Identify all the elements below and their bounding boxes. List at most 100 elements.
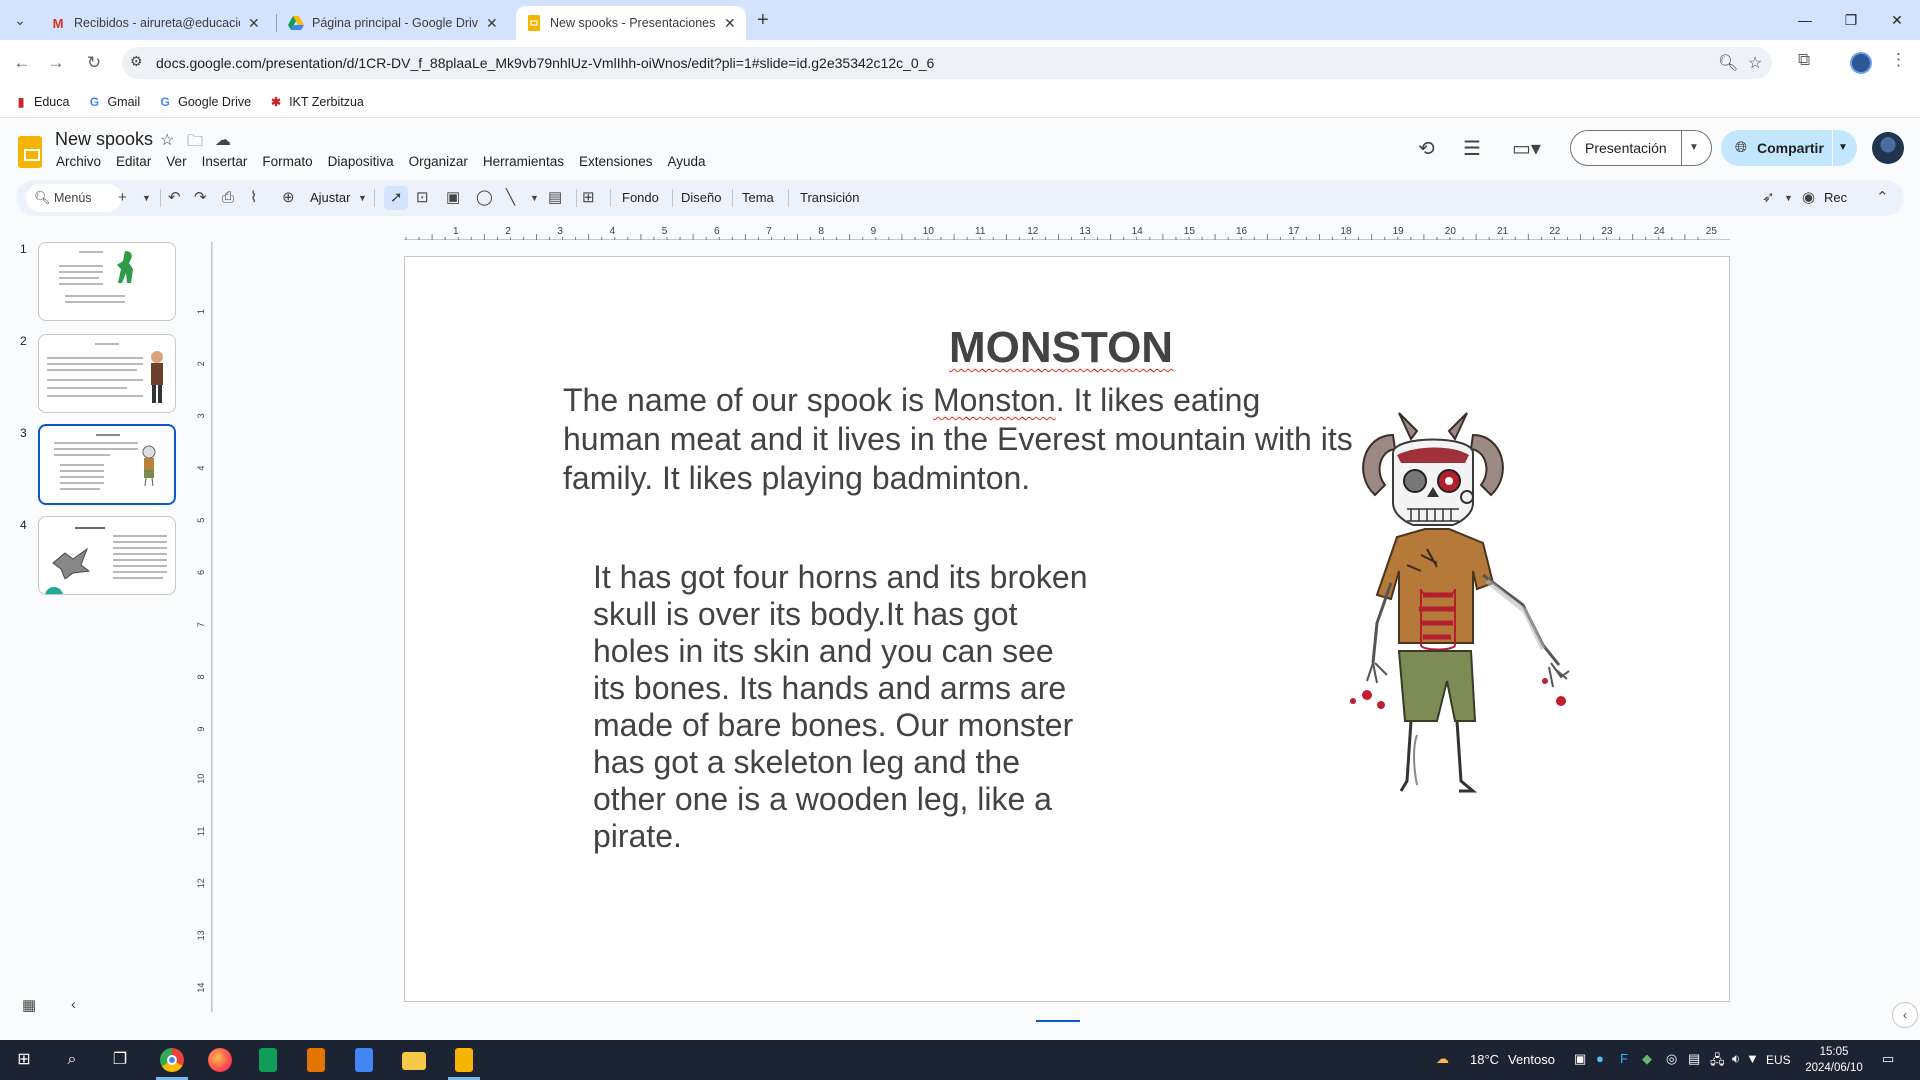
select-pointer-icon[interactable]: ➚ (390, 180, 403, 216)
meet-camera-icon[interactable]: ▭▾ (1512, 136, 1541, 161)
tab-search-icon[interactable]: ⌄ (8, 8, 32, 32)
tray-app-icon[interactable]: ● (1596, 1051, 1604, 1066)
bookmark-star-icon[interactable]: ☆ (1748, 53, 1762, 73)
zoom-icon[interactable]: ⊕ (282, 180, 295, 216)
chevron-down-icon[interactable]: ▼ (358, 180, 367, 216)
chevron-down-icon[interactable]: ▼ (1838, 130, 1848, 166)
move-folder-icon[interactable]: 🗀 (187, 130, 203, 157)
menu-diapositiva[interactable]: Diapositiva (328, 154, 394, 169)
transition-button[interactable]: Transición (800, 180, 859, 216)
chevron-down-icon[interactable]: ▼ (142, 180, 151, 216)
rec-button[interactable]: Rec (1824, 180, 1847, 216)
firefox-taskbar-icon[interactable] (196, 1040, 244, 1080)
menu-archivo[interactable]: Archivo (56, 154, 101, 169)
bookmark-gmail[interactable]: G Gmail (87, 95, 140, 109)
bookmark-google-drive[interactable]: G Google Drive (158, 95, 251, 109)
system-clock[interactable]: 15:05 2024/06/10 (1804, 1044, 1864, 1076)
presentation-button[interactable]: Presentación ▼ (1570, 130, 1712, 166)
tray-app-icon[interactable]: ▼ (1746, 1051, 1759, 1066)
paint-format-icon[interactable]: ⌇ (250, 180, 257, 216)
temperature[interactable]: 18°C (1470, 1040, 1499, 1080)
docs-taskbar-icon[interactable] (340, 1040, 388, 1080)
file-explorer-taskbar-icon[interactable] (390, 1040, 438, 1080)
search-icon[interactable]: ⌕ (60, 1048, 84, 1072)
zoom-select[interactable]: Ajustar (310, 180, 350, 216)
slide-body-paragraph-1[interactable]: The name of our spook is Monston. It lik… (563, 381, 1363, 498)
theme-button[interactable]: Tema (742, 180, 774, 216)
menu-ver[interactable]: Ver (166, 154, 186, 169)
weather-condition[interactable]: Ventoso (1508, 1040, 1555, 1080)
background-button[interactable]: Fondo (622, 180, 659, 216)
history-icon[interactable]: ⟲ (1418, 136, 1435, 161)
close-icon[interactable]: ✕ (248, 15, 260, 32)
redo-icon[interactable]: ↷ (194, 180, 207, 216)
slides-logo-icon[interactable] (18, 136, 42, 168)
back-icon[interactable]: ← (8, 49, 36, 77)
chevron-left-icon[interactable]: ‹ (1892, 1002, 1918, 1028)
slide-thumbnail-3[interactable] (38, 424, 176, 505)
task-view-icon[interactable]: ❐ (108, 1048, 132, 1072)
layout-button[interactable]: Diseño (681, 180, 721, 216)
reload-icon[interactable]: ↻ (80, 49, 108, 77)
menus-search[interactable]: 🔍︎ Menús (26, 184, 122, 212)
bookmark-ikt[interactable]: ✱ IKT Zerbitzua (269, 95, 364, 109)
menu-editar[interactable]: Editar (116, 154, 151, 169)
collapse-panel-icon[interactable]: ‹ (71, 996, 76, 1013)
chrome-taskbar-icon[interactable] (148, 1040, 196, 1080)
slide-thumbnail-2[interactable] (38, 334, 176, 413)
print-icon[interactable]: ⎙ (222, 180, 234, 216)
new-slide-icon[interactable]: + (118, 180, 127, 216)
menu-ayuda[interactable]: Ayuda (668, 154, 706, 169)
record-icon[interactable]: ◉ (1802, 180, 1815, 216)
chevron-down-icon[interactable]: ▼ (530, 180, 539, 216)
site-info-icon[interactable]: ⚙ (130, 53, 143, 70)
monster-drawing[interactable] (1323, 405, 1623, 845)
undo-icon[interactable]: ↶ (168, 180, 181, 216)
menu-formato[interactable]: Formato (262, 154, 312, 169)
line-icon[interactable]: ╲ (506, 180, 515, 216)
address-bar[interactable]: ⚙ docs.google.com/presentation/d/1CR-DV_… (122, 47, 1772, 79)
new-tab-button[interactable]: + (757, 8, 769, 32)
comment-add-icon[interactable]: ⊞ (582, 180, 595, 216)
close-window-icon[interactable]: ✕ (1874, 0, 1920, 40)
windows-start-icon[interactable]: ⊞ (12, 1048, 36, 1072)
video-icon[interactable]: ▤ (548, 180, 562, 216)
tab-gmail[interactable]: M Recibidos - airureta@educacion ✕ (40, 6, 270, 40)
volume-icon[interactable]: 🔉︎ (1732, 1051, 1740, 1067)
tray-app-icon[interactable]: ◆ (1642, 1051, 1652, 1067)
notifications-icon[interactable]: ▭ (1882, 1051, 1894, 1067)
chrome-tray-icon[interactable]: ◎ (1666, 1051, 1677, 1067)
chevron-down-icon[interactable]: ▼ (1689, 131, 1699, 165)
network-icon[interactable]: 🖧︎ (1710, 1051, 1725, 1073)
tab-drive[interactable]: Página principal - Google Drive ✕ (278, 6, 508, 40)
slide-canvas[interactable]: MONSTON The name of our spook is Monston… (404, 256, 1730, 1002)
tab-slides[interactable]: New spooks - Presentaciones de ✕ (516, 6, 746, 40)
slide-title[interactable]: MONSTON (949, 323, 1173, 373)
weather-icon[interactable]: ☁ (1436, 1051, 1449, 1067)
menu-organizar[interactable]: Organizar (409, 154, 468, 169)
text-box-icon[interactable]: ⊡ (416, 180, 429, 216)
grid-view-icon[interactable]: ▦ (22, 996, 36, 1014)
document-taskbar-icon[interactable] (292, 1040, 340, 1080)
menu-extensiones[interactable]: Extensiones (579, 154, 653, 169)
tray-app-icon[interactable]: ▤ (1688, 1051, 1700, 1067)
bookmark-educa[interactable]: ▮ Educa (14, 95, 70, 109)
cloud-status-icon[interactable]: ☁ (215, 130, 231, 150)
forward-icon[interactable]: → (42, 49, 70, 77)
shape-icon[interactable]: ◯ (476, 180, 493, 216)
menu-herramientas[interactable]: Herramientas (483, 154, 564, 169)
share-button[interactable]: 🌐︎ Compartir ▼ (1721, 130, 1857, 166)
comments-icon[interactable]: ☰ (1463, 136, 1481, 161)
restore-icon[interactable]: ❐ (1828, 0, 1874, 40)
profile-avatar[interactable] (1850, 52, 1872, 74)
chevron-down-icon[interactable]: ▼ (1784, 180, 1793, 216)
user-avatar[interactable] (1872, 132, 1904, 164)
document-title[interactable]: New spooks (55, 129, 153, 150)
tray-app-icon[interactable]: F (1620, 1051, 1628, 1066)
slide-thumbnail-1[interactable] (38, 242, 176, 321)
close-icon[interactable]: ✕ (486, 15, 498, 32)
menu-insertar[interactable]: Insertar (202, 154, 248, 169)
slide-thumbnail-4[interactable] (38, 516, 176, 595)
minimize-icon[interactable]: — (1782, 0, 1828, 40)
laser-pointer-icon[interactable]: ➶ (1762, 180, 1775, 216)
